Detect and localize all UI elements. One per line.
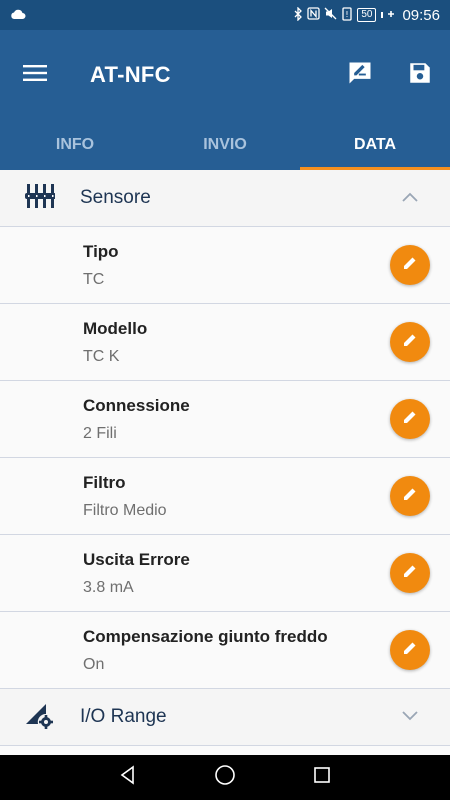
tab-invio[interactable]: INVIO: [150, 120, 300, 170]
pencil-icon: [402, 409, 418, 430]
home-circle-icon: [214, 764, 236, 791]
tab-bar: INFO INVIO DATA: [0, 120, 450, 170]
back-triangle-icon: [118, 765, 138, 790]
list-item: Tipo TC: [0, 227, 450, 304]
back-button[interactable]: [108, 758, 148, 798]
pencil-icon: [402, 332, 418, 353]
mute-icon: [324, 7, 337, 23]
tab-info[interactable]: INFO: [0, 120, 150, 170]
pencil-icon: [402, 255, 418, 276]
cloud-icon: [10, 7, 26, 23]
chevron-up-icon: [401, 189, 419, 207]
app-bar: AT-NFC: [0, 30, 450, 120]
row-label: Compensazione giunto freddo: [83, 626, 328, 646]
row-value: 2 Fili: [83, 424, 117, 442]
row-label: Connessione: [83, 395, 190, 415]
list-item: Connessione 2 Fili: [0, 381, 450, 458]
battery-indicator: 50: [357, 8, 377, 22]
charging-icon: [387, 8, 395, 22]
chevron-down-icon: [401, 708, 419, 726]
tab-data[interactable]: DATA: [300, 120, 450, 170]
save-button[interactable]: [390, 30, 450, 120]
signal-settings-icon: [24, 700, 56, 735]
data-content: Sensore Tipo TC Modello TC K Connessione…: [0, 170, 450, 755]
vibrate-icon: !: [341, 6, 353, 24]
list-item: Compensazione giunto freddo On: [0, 612, 450, 689]
status-bar: ! 50 09:56: [0, 0, 450, 30]
row-value: On: [83, 655, 105, 673]
sliders-icon: [25, 183, 56, 214]
edit-button[interactable]: [390, 322, 430, 362]
row-label: Uscita Errore: [83, 549, 190, 569]
row-label: Filtro: [83, 472, 126, 492]
edit-button[interactable]: [390, 399, 430, 439]
section-header-sensore[interactable]: Sensore: [0, 170, 450, 227]
row-value: TC: [83, 270, 105, 288]
floppy-disk-icon: [407, 60, 433, 91]
section-title: I/O Range: [80, 706, 167, 727]
list-item: Filtro Filtro Medio: [0, 458, 450, 535]
rate-review-icon: [346, 59, 374, 92]
recents-button[interactable]: [302, 758, 342, 798]
row-value: TC K: [83, 347, 120, 365]
list-item: Uscita Errore 3.8 mA: [0, 535, 450, 612]
system-nav-bar: [0, 755, 450, 800]
nfc-icon: [307, 7, 320, 23]
menu-button[interactable]: [0, 30, 70, 120]
row-label: Modello: [83, 318, 148, 338]
hamburger-icon: [23, 64, 47, 87]
section-header-io-range[interactable]: I/O Range: [0, 689, 450, 746]
svg-text:!: !: [346, 10, 349, 19]
edit-button[interactable]: [390, 553, 430, 593]
pencil-icon: [402, 486, 418, 507]
edit-button[interactable]: [390, 245, 430, 285]
list-item: Modello TC K: [0, 304, 450, 381]
row-value: Filtro Medio: [83, 501, 167, 519]
bluetooth-icon: [293, 5, 303, 24]
row-label: Tipo: [83, 241, 119, 261]
pencil-icon: [402, 563, 418, 584]
edit-button[interactable]: [390, 476, 430, 516]
row-value: 3.8 mA: [83, 578, 134, 596]
app-title: AT-NFC: [90, 62, 171, 87]
clock: 09:56: [402, 6, 440, 24]
recents-square-icon: [313, 766, 331, 789]
home-button[interactable]: [205, 758, 245, 798]
edit-button[interactable]: [390, 630, 430, 670]
section-title: Sensore: [80, 187, 151, 208]
battery-level: 50: [361, 9, 373, 20]
write-button[interactable]: [330, 30, 390, 120]
pencil-icon: [402, 640, 418, 661]
